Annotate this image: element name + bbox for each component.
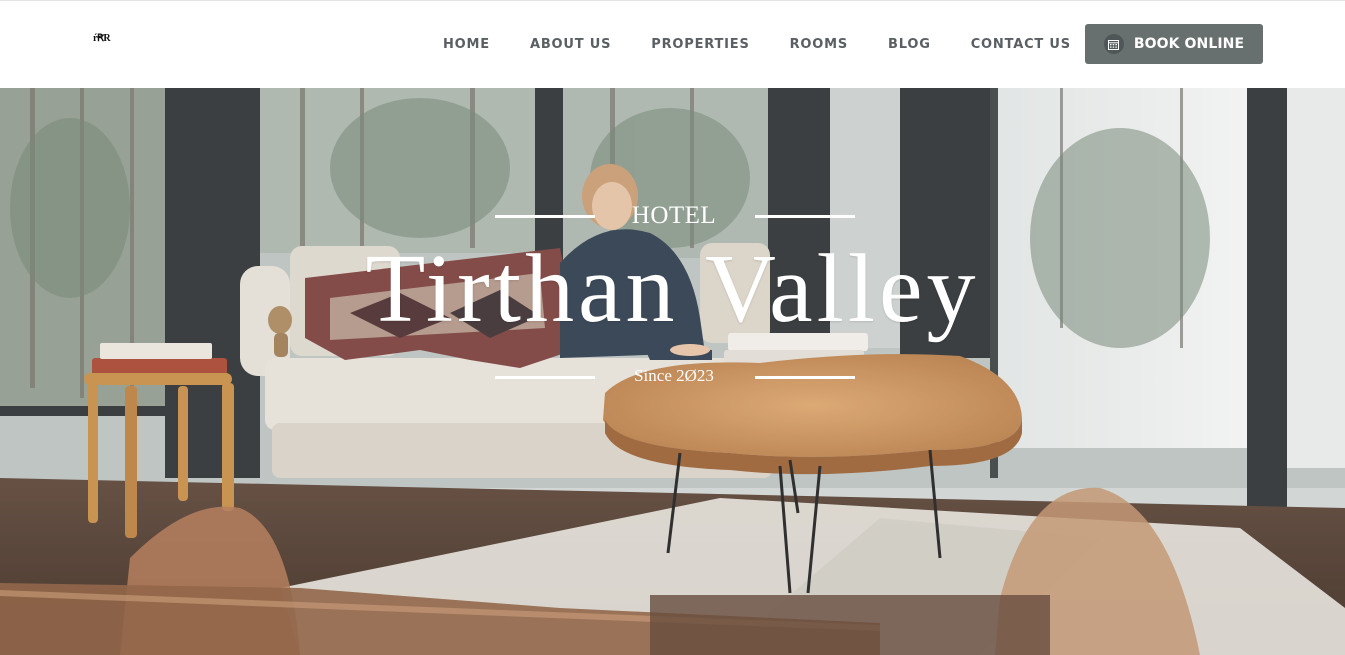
hero-tagline: Since 2Ø23 bbox=[634, 366, 714, 385]
site-logo[interactable]: ŕꞦR bbox=[93, 33, 111, 44]
nav-item-home[interactable]: HOME bbox=[423, 37, 510, 52]
main-nav: HOME ABOUT US PROPERTIES ROOMS BLOG CONT… bbox=[423, 1, 1091, 88]
nav-item-about-us[interactable]: ABOUT US bbox=[510, 37, 631, 52]
hero-text-block: HOTEL Tirthan Valley Since 2Ø23 bbox=[0, 88, 1345, 655]
tagline-left-rule bbox=[495, 376, 595, 379]
hero-title: Tirthan Valley bbox=[365, 235, 980, 343]
calendar-icon bbox=[1103, 34, 1124, 54]
book-online-button[interactable]: BOOK ONLINE bbox=[1085, 24, 1263, 64]
tagline-right-rule bbox=[755, 376, 855, 379]
nav-item-blog[interactable]: BLOG bbox=[868, 37, 951, 52]
nav-item-contact-us[interactable]: CONTACT US bbox=[951, 37, 1091, 52]
site-header: ŕꞦR HOME ABOUT US PROPERTIES ROOMS BLOG … bbox=[0, 1, 1345, 88]
nav-item-rooms[interactable]: ROOMS bbox=[770, 37, 868, 52]
eyebrow-right-rule bbox=[755, 215, 855, 218]
hero-eyebrow: HOTEL bbox=[631, 202, 717, 229]
eyebrow-left-rule bbox=[495, 215, 595, 218]
hero-section: HOTEL Tirthan Valley Since 2Ø23 bbox=[0, 88, 1345, 655]
book-online-label: BOOK ONLINE bbox=[1133, 36, 1245, 52]
nav-item-properties[interactable]: PROPERTIES bbox=[631, 37, 769, 52]
